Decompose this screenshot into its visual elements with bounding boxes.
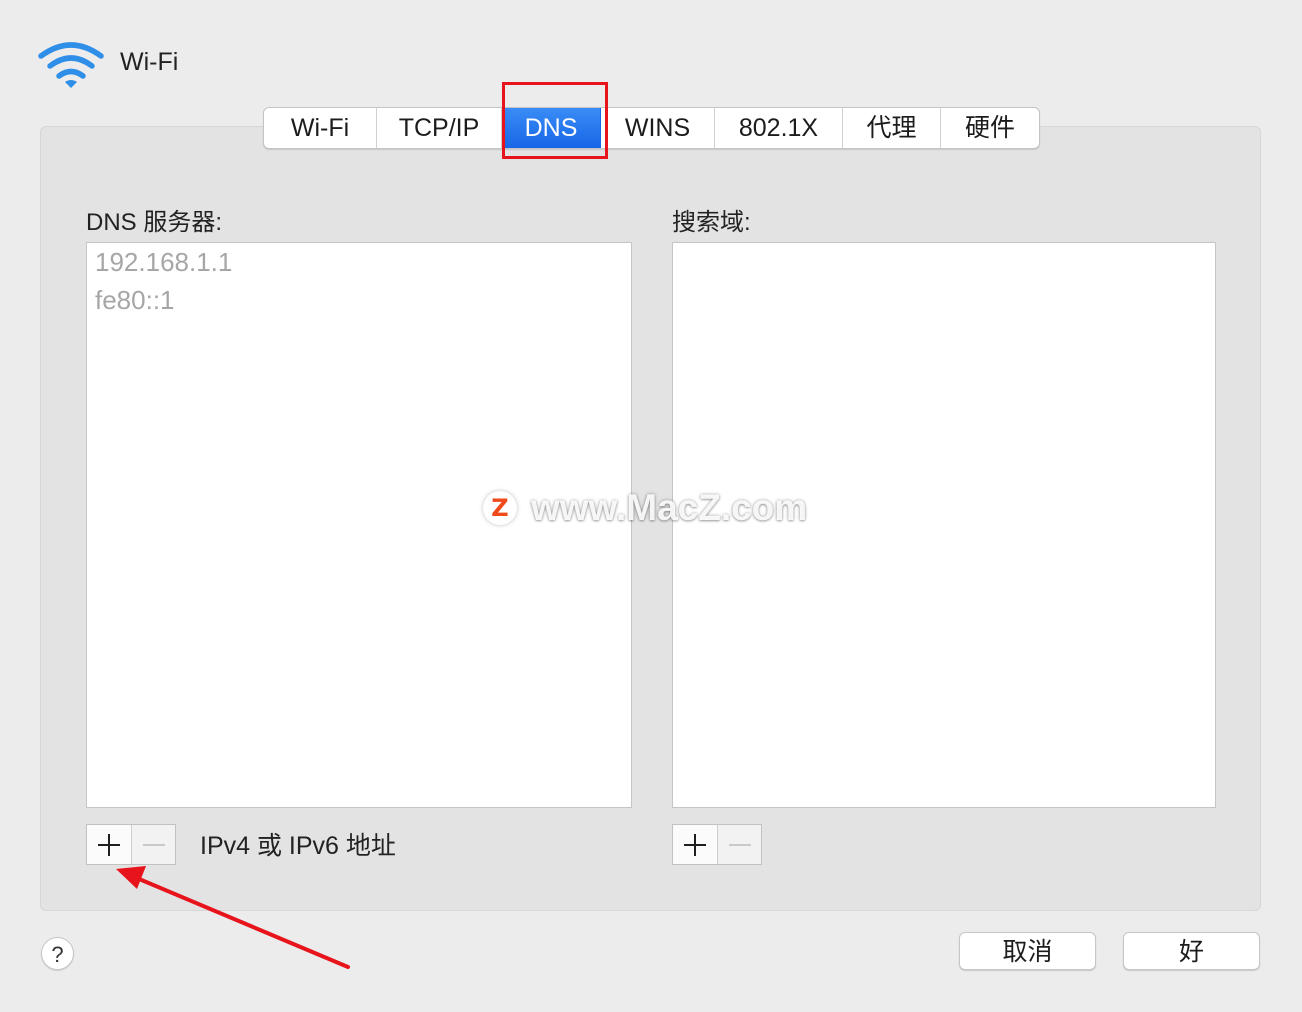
- tab-hardware[interactable]: 硬件: [941, 108, 1039, 148]
- wifi-icon: [38, 42, 104, 88]
- window-title: Wi-Fi: [120, 48, 179, 76]
- add-dns-server-button[interactable]: [87, 825, 131, 864]
- tab-wins[interactable]: WINS: [601, 108, 715, 148]
- ok-button[interactable]: 好: [1123, 932, 1260, 970]
- help-button[interactable]: ?: [41, 937, 74, 970]
- add-search-domain-button[interactable]: [673, 825, 717, 864]
- search-domains-label: 搜索域:: [672, 209, 751, 236]
- tab-8021x[interactable]: 802.1X: [715, 108, 843, 148]
- watermark-text: www.MacZ.com: [531, 487, 808, 528]
- remove-dns-server-button[interactable]: [131, 825, 175, 864]
- watermark-logo-icon: Z: [483, 491, 517, 525]
- remove-search-domain-button[interactable]: [717, 825, 761, 864]
- search-domains-button-group: [672, 824, 762, 865]
- dns-server-item[interactable]: 192.168.1.1: [87, 243, 631, 281]
- tab-proxy[interactable]: 代理: [843, 108, 941, 148]
- dns-server-item[interactable]: fe80::1: [87, 281, 631, 319]
- dns-tab-highlight-box: [502, 82, 608, 159]
- tab-bar: Wi-Fi TCP/IP DNS WINS 802.1X 代理 硬件: [263, 107, 1040, 149]
- dns-servers-button-group: [86, 824, 176, 865]
- tab-tcpip[interactable]: TCP/IP: [377, 108, 502, 148]
- tab-wifi[interactable]: Wi-Fi: [264, 108, 377, 148]
- dns-server-hint: IPv4 或 IPv6 地址: [200, 832, 396, 860]
- watermark: Z www.MacZ.com: [483, 486, 807, 530]
- dns-servers-label: DNS 服务器:: [86, 209, 223, 236]
- cancel-button[interactable]: 取消: [959, 932, 1096, 970]
